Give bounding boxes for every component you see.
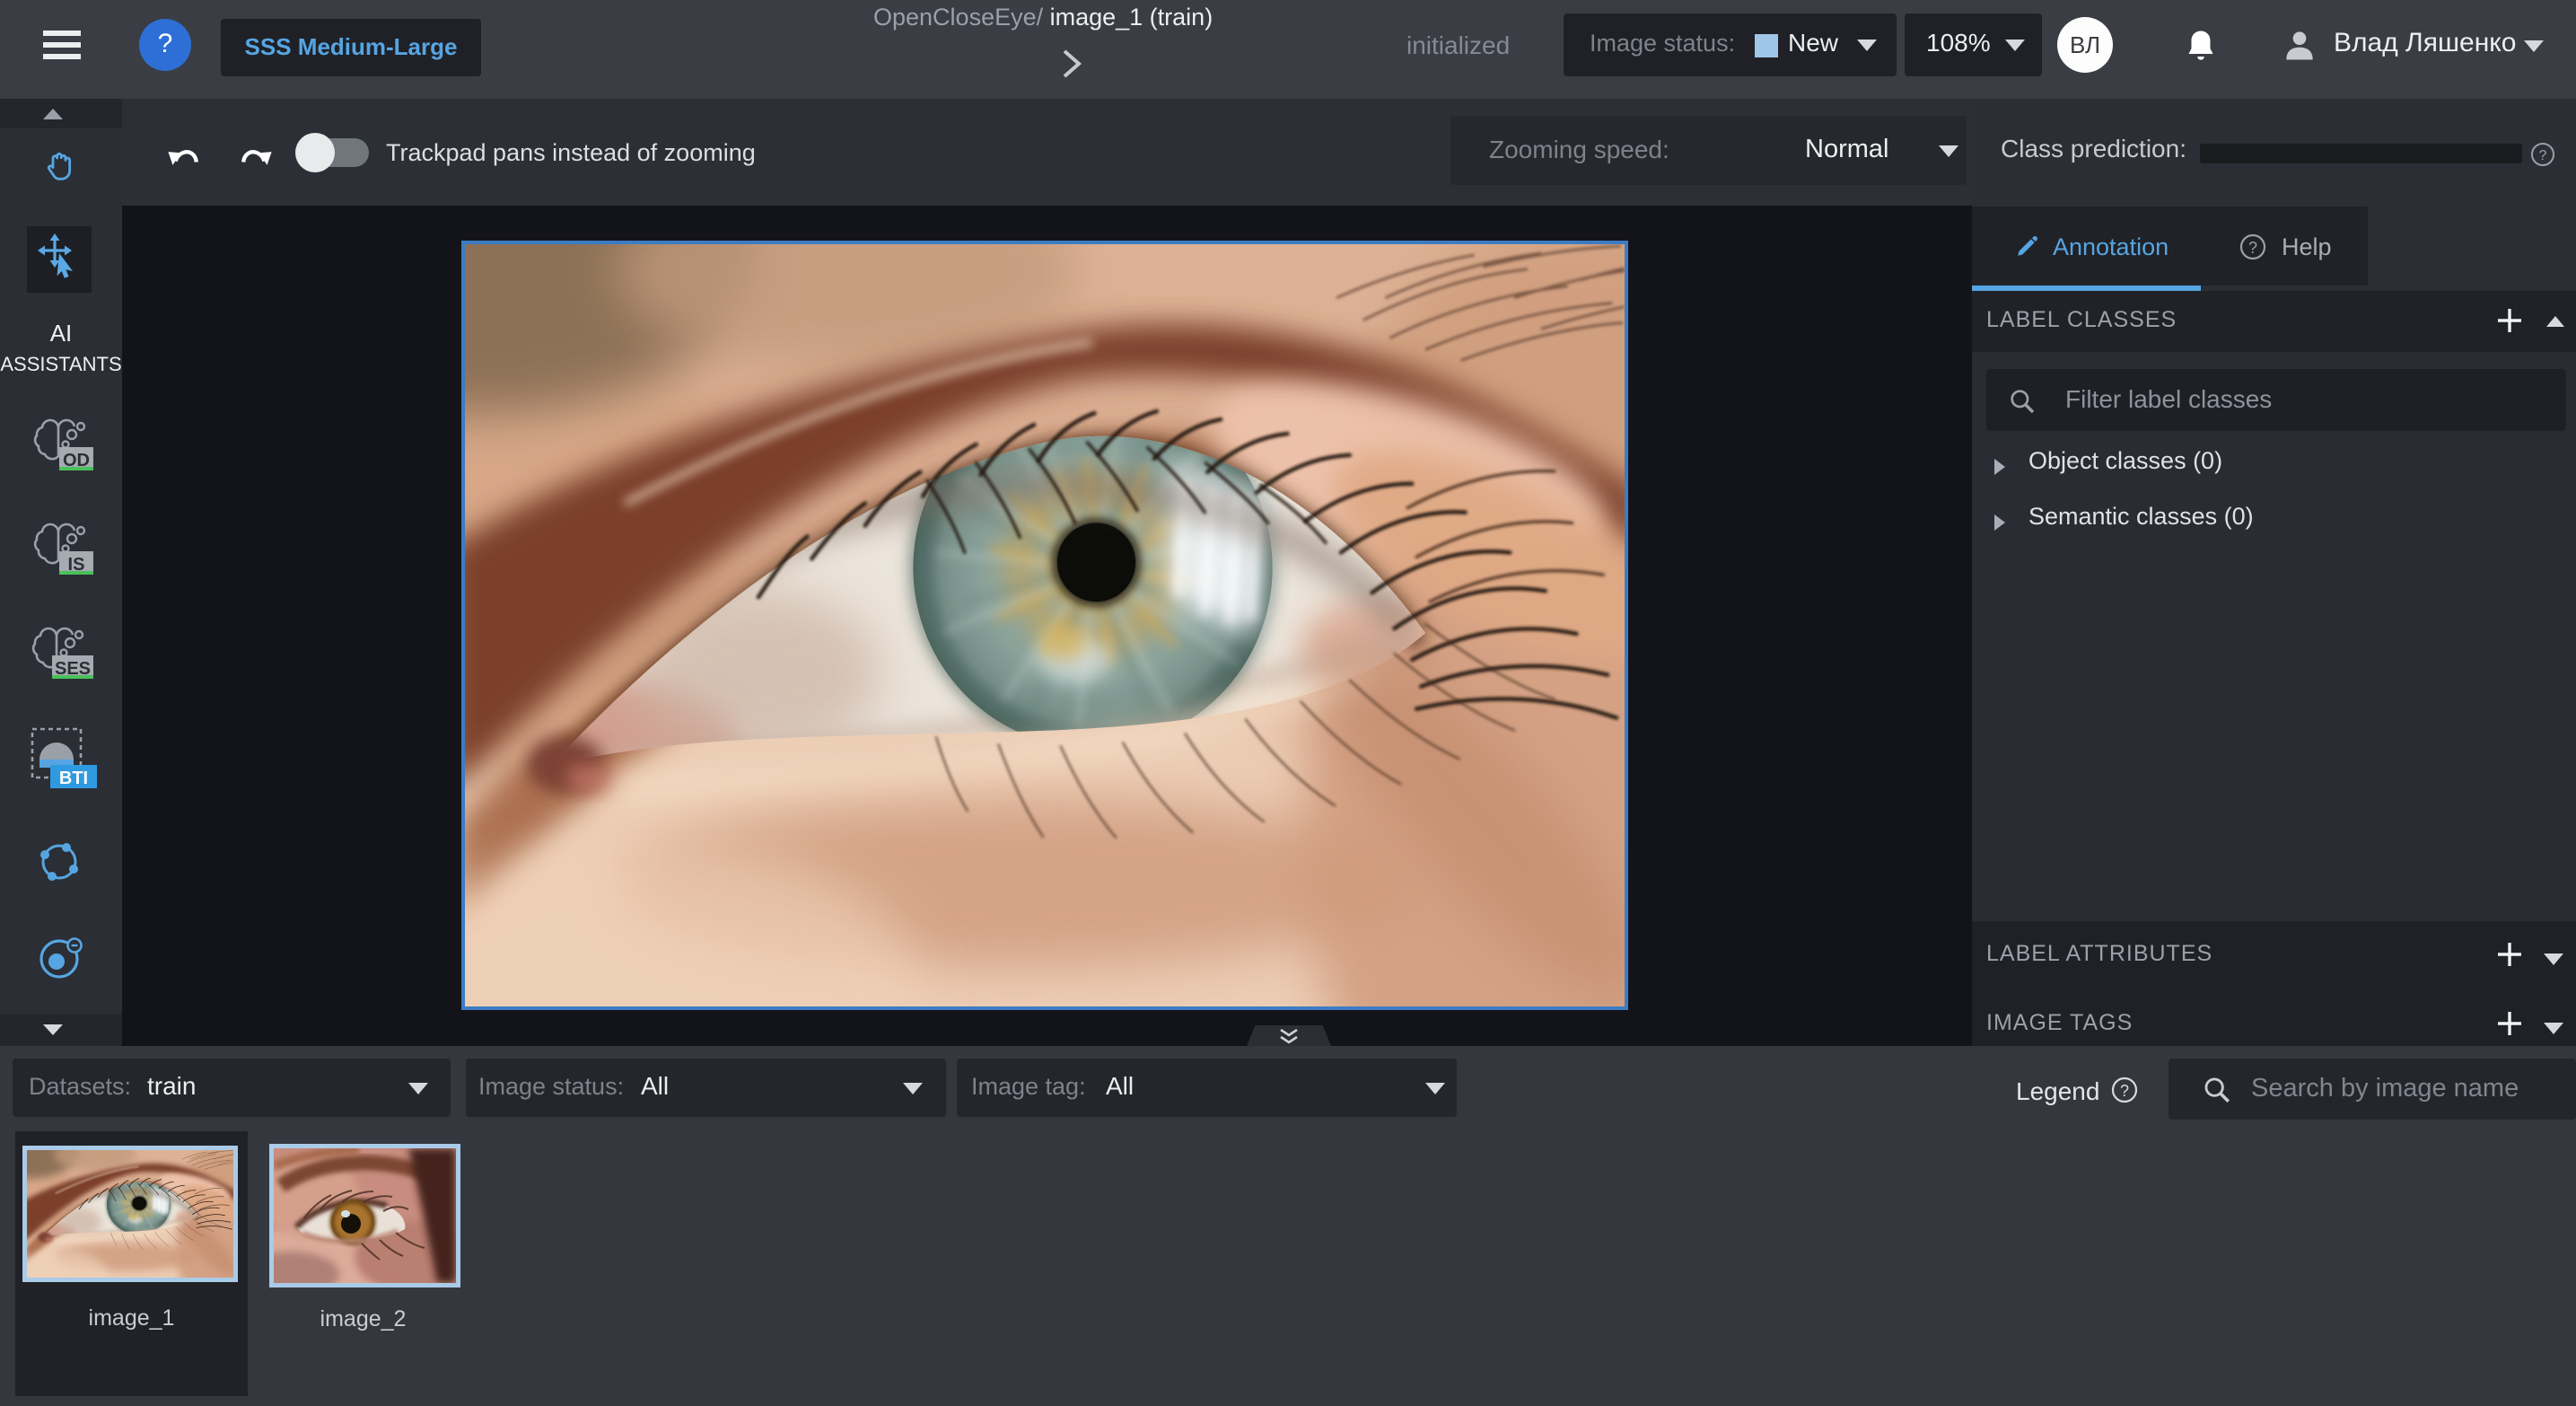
svg-text:SES: SES xyxy=(55,659,91,679)
svg-text:OD: OD xyxy=(63,451,90,470)
svg-text:?: ? xyxy=(2120,1082,2129,1100)
svg-text:?: ? xyxy=(2248,239,2257,257)
svg-text:?: ? xyxy=(2539,148,2547,163)
svg-text:BTI: BTI xyxy=(59,769,88,788)
svg-text:IS: IS xyxy=(68,555,85,575)
